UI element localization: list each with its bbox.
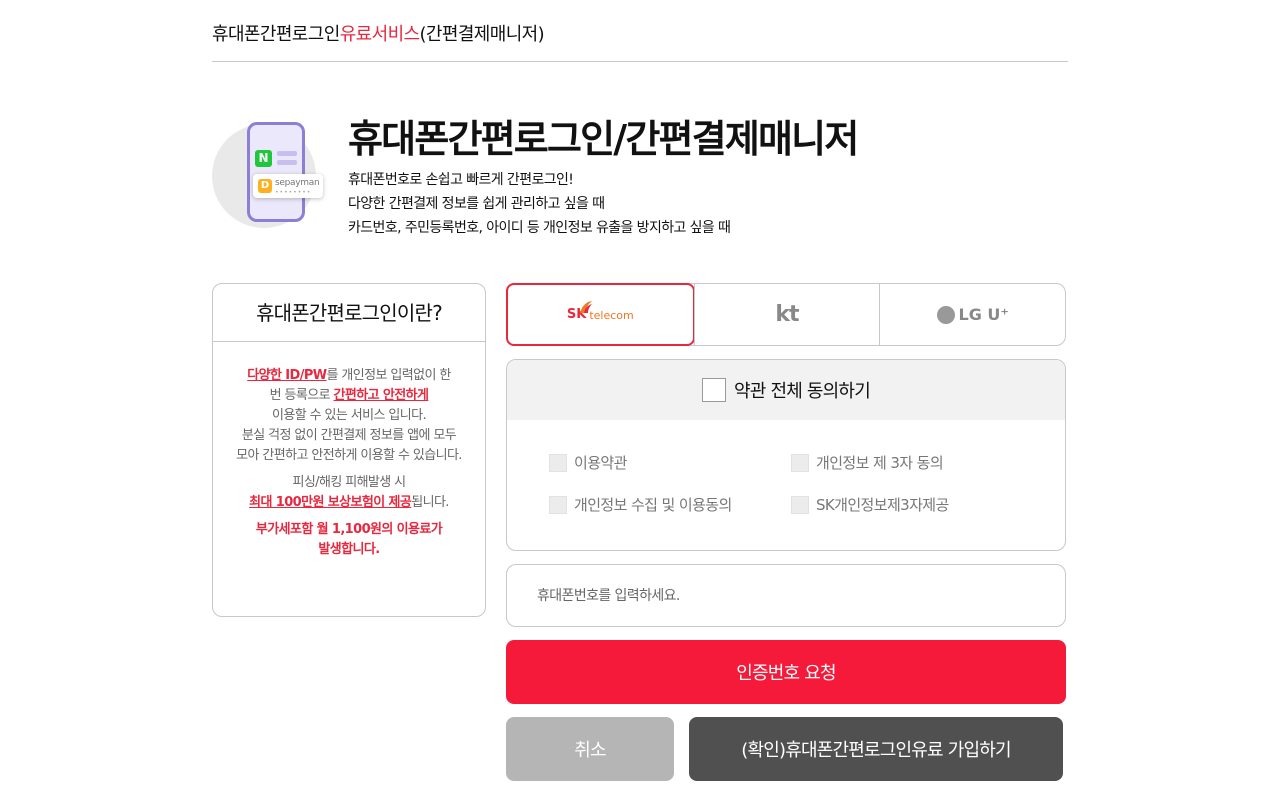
- breadcrumb: 휴대폰간편로그인유료서비스(간편결제매니저): [212, 20, 545, 46]
- info-title: 휴대폰간편로그인이란?: [213, 284, 485, 342]
- page-title: 휴대폰간편로그인/간편결제매니저: [348, 117, 859, 161]
- kt-logo: kt: [775, 302, 799, 327]
- terms-checkbox[interactable]: [791, 453, 809, 472]
- fee-notice: 부가세포함 월 1,100원의 이용료가 발생합니다.: [213, 520, 485, 560]
- info-highlight: 간편하고 안전하게: [333, 388, 429, 403]
- info-text: 를 개인정보 입력없이 한: [326, 368, 452, 383]
- lgu-logo: LG U⁺: [936, 305, 1009, 324]
- skt-logo-telecom: telecom: [589, 309, 634, 322]
- terms-item[interactable]: 개인정보 수집 및 이용동의: [549, 494, 732, 515]
- info-body: 다양한 ID/PW를 개인정보 입력없이 한 번 등록으로 간편하고 안전하게 …: [213, 342, 485, 560]
- hero-line: 카드번호, 주민등록번호, 아이디 등 개인정보 유출을 방지하고 싶을 때: [348, 220, 731, 236]
- lgu-logo-text: LG U⁺: [958, 305, 1009, 324]
- terms-label: 개인정보 수집 및 이용동의: [574, 496, 732, 514]
- carrier-tab-lgu[interactable]: LG U⁺: [879, 284, 1065, 345]
- terms-checkbox[interactable]: [549, 495, 567, 514]
- terms-item[interactable]: 개인정보 제 3자 동의: [791, 452, 944, 473]
- terms-checkbox[interactable]: [549, 453, 567, 472]
- terms-item[interactable]: SK개인정보제3자제공: [791, 494, 949, 515]
- fee-text: 발생합니다.: [318, 542, 380, 557]
- info-highlight: 최대 100만원 보상보험이 제공: [249, 495, 412, 510]
- info-text: 모아 간편하고 안전하게 이용할 수 있습니다.: [236, 448, 462, 463]
- terms-label: 이용약관: [574, 454, 627, 472]
- sepayman-label: sepayman: [275, 178, 320, 188]
- terms-checkbox[interactable]: [791, 495, 809, 514]
- sepayman-icon: D: [258, 179, 272, 193]
- skt-logo: SK telecom: [567, 307, 634, 322]
- info-text: 됩니다.: [411, 495, 449, 510]
- phone-icon: [247, 122, 305, 222]
- skt-wing-icon: [580, 301, 592, 313]
- hero-line: 휴대폰번호로 손쉽고 빠르게 간편로그인!: [348, 172, 574, 188]
- page-header: 휴대폰간편로그인유료서비스(간편결제매니저): [212, 0, 1068, 62]
- info-paragraph: 다양한 ID/PW를 개인정보 입력없이 한 번 등록으로 간편하고 안전하게 …: [213, 366, 485, 466]
- request-code-button[interactable]: 인증번호 요청: [506, 640, 1066, 704]
- info-paragraph: 피싱/해킹 피해발생 시 최대 100만원 보상보험이 제공됩니다.: [213, 473, 485, 513]
- terms-label: SK개인정보제3자제공: [816, 496, 949, 514]
- terms-label: 개인정보 제 3자 동의: [816, 454, 944, 472]
- carrier-selector: SK telecom kt LG U⁺: [506, 283, 1066, 346]
- carrier-tab-skt[interactable]: SK telecom: [506, 283, 695, 346]
- phone-number-input[interactable]: [506, 564, 1066, 627]
- naver-icon: N: [255, 150, 272, 167]
- info-highlight: 다양한 ID/PW: [247, 368, 327, 383]
- agree-all-label: 약관 전체 동의하기: [734, 381, 871, 402]
- confirm-signup-button[interactable]: (확인)휴대폰간편로그인유료 가입하기: [689, 717, 1063, 781]
- agree-all-row[interactable]: 약관 전체 동의하기: [507, 360, 1065, 420]
- illustration-bar: [277, 160, 297, 165]
- phone-illustration: N D sepayman ••••••••: [212, 120, 332, 230]
- hero-description: 휴대폰번호로 손쉽고 빠르게 간편로그인! 다양한 간편결제 정보를 쉽게 관리…: [348, 168, 731, 240]
- sepayman-dots: ••••••••: [275, 189, 312, 196]
- lg-circle-icon: [936, 305, 955, 324]
- info-text: 이용할 수 있는 서비스 입니다.: [272, 408, 427, 423]
- terms-item[interactable]: 이용약관: [549, 452, 627, 473]
- terms-agreement: 약관 전체 동의하기 이용약관 개인정보 제 3자 동의 개인정보 수집 및 이…: [506, 359, 1066, 551]
- fee-text: 부가세포함 월 1,100원의 이용료가: [255, 522, 443, 537]
- cancel-button[interactable]: 취소: [506, 717, 674, 781]
- illustration-bar: [277, 151, 297, 156]
- info-text: 피싱/해킹 피해발생 시: [292, 475, 406, 490]
- service-info-box: 휴대폰간편로그인이란? 다양한 ID/PW를 개인정보 입력없이 한 번 등록으…: [212, 283, 486, 617]
- info-text: 번 등록으로: [269, 388, 334, 403]
- hero-line: 다양한 간편결제 정보를 쉽게 관리하고 싶을 때: [348, 196, 605, 212]
- sepayman-chip: D sepayman ••••••••: [253, 174, 323, 198]
- breadcrumb-accent: 유료서비스: [339, 24, 420, 45]
- breadcrumb-suffix: (간편결제매니저): [419, 24, 545, 45]
- carrier-tab-kt[interactable]: kt: [693, 284, 880, 345]
- breadcrumb-prefix: 휴대폰간편로그인: [212, 24, 340, 45]
- info-text: 분실 걱정 없이 간편결제 정보를 앱에 모두: [241, 428, 457, 443]
- agree-all-checkbox[interactable]: [702, 378, 727, 402]
